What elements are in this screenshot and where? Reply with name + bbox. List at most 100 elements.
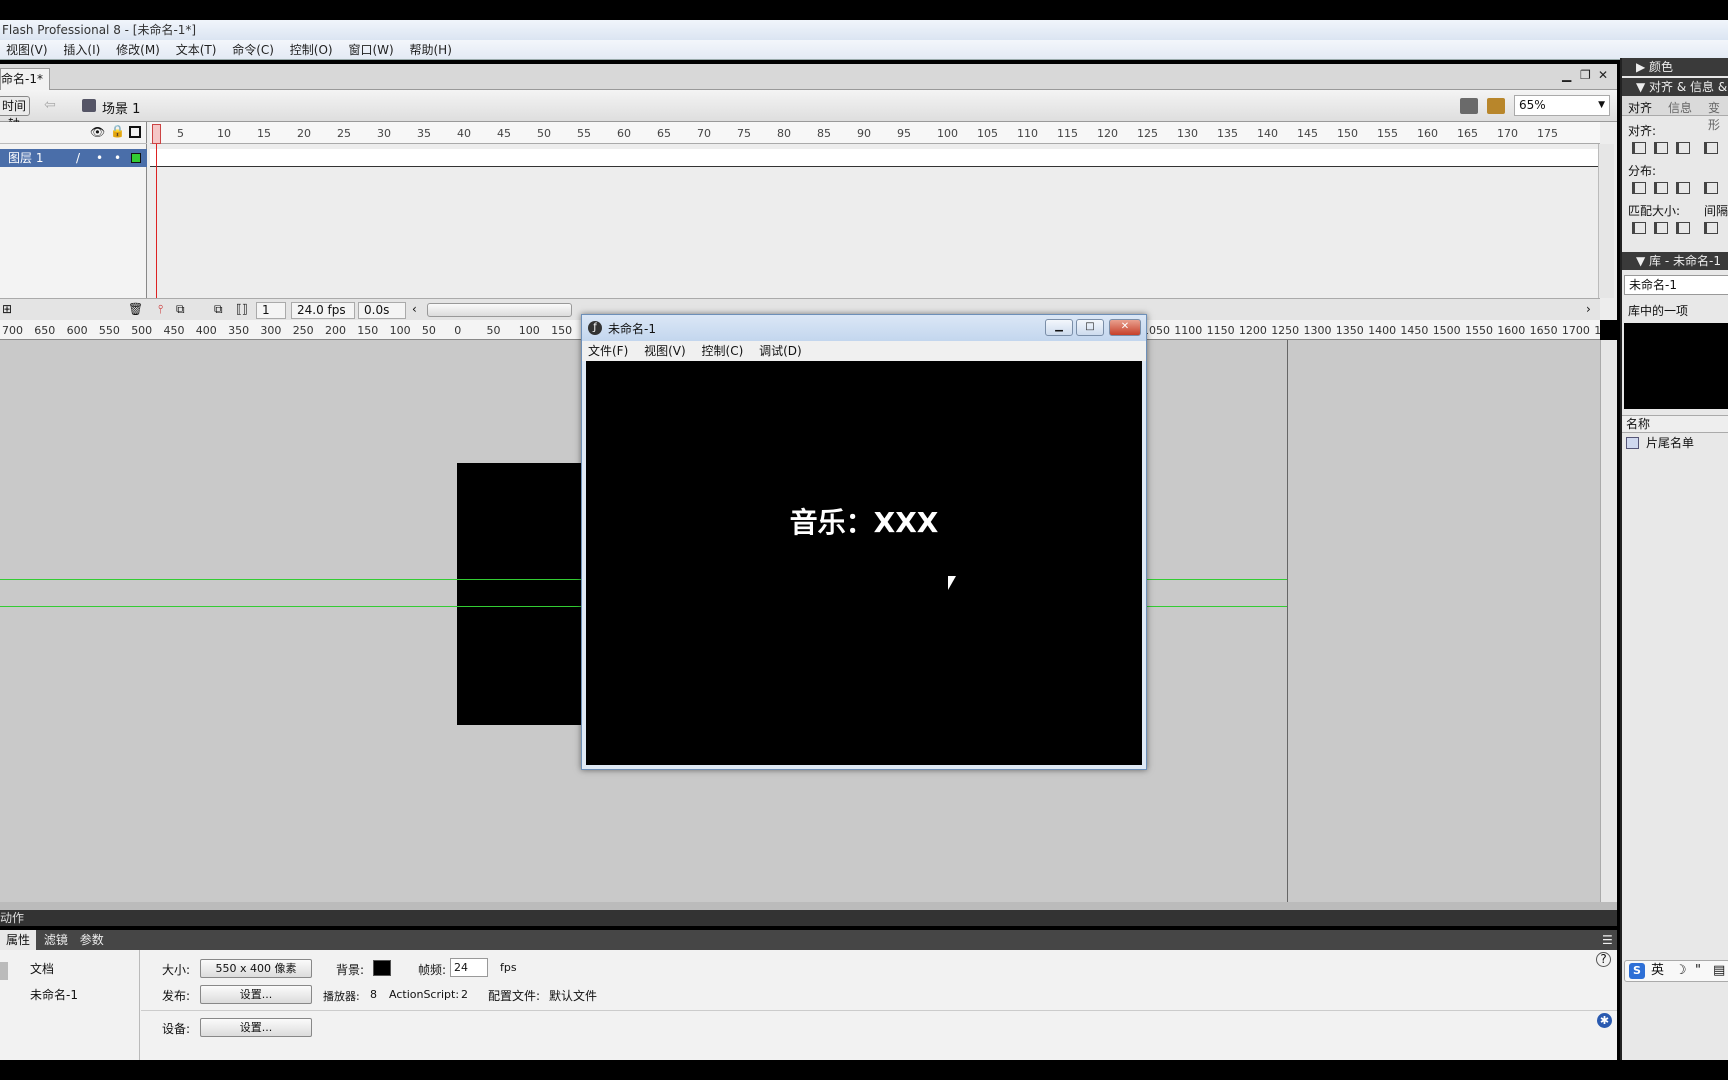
device-settings-button[interactable]: 设置... bbox=[200, 1018, 312, 1037]
stage-ruler-label: 600 bbox=[66, 324, 88, 337]
panel-options-icon[interactable]: ☰ bbox=[1598, 930, 1617, 950]
actions-label: 动作 bbox=[0, 911, 25, 925]
add-layer-icon[interactable]: ⊞ bbox=[2, 302, 12, 316]
player-minimize-button[interactable]: ▁ bbox=[1045, 319, 1073, 336]
library-select[interactable]: 未命名-1 bbox=[1624, 275, 1728, 295]
edit-symbols-icon[interactable] bbox=[1487, 98, 1505, 114]
layer-row[interactable]: 图层 1 / • • bbox=[0, 149, 147, 167]
match-both-icon[interactable] bbox=[1676, 222, 1690, 234]
distribute-left-icon[interactable] bbox=[1704, 182, 1718, 194]
player-menu-control[interactable]: 控制(C) bbox=[696, 341, 750, 361]
space-evenly-icon[interactable] bbox=[1704, 222, 1718, 234]
match-width-icon[interactable] bbox=[1632, 222, 1646, 234]
frame-tick-label: 95 bbox=[897, 127, 911, 140]
stage-scrollbar[interactable] bbox=[1600, 340, 1617, 902]
tab-align[interactable]: 对齐 bbox=[1628, 99, 1652, 116]
ime-language[interactable]: 英 bbox=[1651, 961, 1664, 981]
align-right-icon[interactable] bbox=[1676, 142, 1690, 154]
lock-dot-icon[interactable]: • bbox=[114, 149, 121, 167]
stage-ruler-label: 50 bbox=[421, 324, 436, 337]
playhead[interactable] bbox=[152, 124, 161, 144]
library-item[interactable]: 片尾名单 bbox=[1622, 434, 1728, 452]
device-label: 设备: bbox=[162, 1022, 191, 1036]
menu-commands[interactable]: 命令(C) bbox=[226, 40, 280, 60]
edit-multiple-frames-icon[interactable]: ⧉ bbox=[214, 302, 223, 317]
align-panel-header[interactable]: ▼ 对齐 & 信息 & bbox=[1622, 78, 1728, 96]
accessibility-icon[interactable]: ✱ bbox=[1597, 1013, 1612, 1028]
help-icon[interactable]: ? bbox=[1596, 952, 1611, 967]
size-button[interactable]: 550 x 400 像素 bbox=[200, 959, 312, 978]
menu-insert[interactable]: 插入(I) bbox=[57, 40, 106, 60]
tab-parameters[interactable]: 参数 bbox=[76, 930, 108, 950]
edit-scene-icon[interactable] bbox=[1460, 98, 1478, 114]
publish-settings-button[interactable]: 设置... bbox=[200, 985, 312, 1004]
player-titlebar[interactable]: ƒ 未命名-1 ▁ □ ✕ bbox=[582, 315, 1146, 341]
lock-icon[interactable]: 🔒 bbox=[110, 124, 125, 138]
align-left-icon[interactable] bbox=[1632, 142, 1646, 154]
align-center-icon[interactable] bbox=[1654, 142, 1668, 154]
restore-icon[interactable]: ❐ bbox=[1580, 68, 1591, 82]
tab-info[interactable]: 信息 bbox=[1668, 99, 1692, 116]
center-frame-icon[interactable]: ⫯ bbox=[158, 302, 163, 317]
right-panel-dock: ▶ 颜色 ▼ 对齐 & 信息 & 对齐 信息 变形 对齐: 分布: 匹配大小: … bbox=[1620, 58, 1728, 1060]
player-menu-debug[interactable]: 调试(D) bbox=[753, 341, 808, 361]
chevron-down-icon: ▼ bbox=[1598, 100, 1605, 110]
stage-splitter[interactable] bbox=[0, 902, 1617, 910]
zoom-select[interactable]: 65% ▼ bbox=[1514, 95, 1610, 116]
visible-dot-icon[interactable]: • bbox=[96, 149, 103, 167]
library-panel-header[interactable]: ▼ 库 - 未命名-1 bbox=[1622, 252, 1728, 270]
outline-color-icon[interactable] bbox=[131, 153, 141, 163]
onion-markers-icon[interactable]: ⟦⟧ bbox=[236, 302, 248, 316]
match-height-icon[interactable] bbox=[1654, 222, 1668, 234]
color-panel-header[interactable]: ▶ 颜色 bbox=[1622, 58, 1728, 76]
align-top-icon[interactable] bbox=[1704, 142, 1718, 154]
player-menu-file[interactable]: 文件(F) bbox=[582, 341, 634, 361]
doc-type: 文档 bbox=[30, 962, 55, 976]
stage-canvas[interactable] bbox=[457, 463, 582, 725]
menu-text[interactable]: 文本(T) bbox=[170, 40, 223, 60]
tab-properties[interactable]: 属性 bbox=[0, 930, 37, 950]
scroll-left-icon[interactable]: ‹ bbox=[412, 302, 417, 316]
menu-help[interactable]: 帮助(H) bbox=[404, 40, 458, 60]
document-tab[interactable]: 命名-1* bbox=[0, 68, 50, 90]
distribute-bottom-icon[interactable] bbox=[1676, 182, 1690, 194]
back-arrow-icon[interactable]: ⇦ bbox=[44, 97, 56, 113]
timeline-hscroll-thumb[interactable] bbox=[427, 303, 572, 317]
keyboard-icon[interactable]: ▤ bbox=[1713, 961, 1725, 981]
library-column-name[interactable]: 名称 bbox=[1622, 415, 1728, 433]
library-panel-title: 库 - 未命名-1 bbox=[1649, 254, 1721, 268]
delete-layer-icon[interactable]: 🗑 bbox=[128, 302, 143, 316]
menu-control[interactable]: 控制(O) bbox=[284, 40, 339, 60]
menu-view[interactable]: 视图(V) bbox=[0, 40, 54, 60]
tab-filters[interactable]: 滤镜 bbox=[40, 930, 72, 950]
frame-track[interactable] bbox=[150, 149, 1600, 167]
player-close-button[interactable]: ✕ bbox=[1109, 319, 1141, 336]
scroll-right-icon[interactable]: › bbox=[1586, 302, 1591, 316]
tab-transform[interactable]: 变形 bbox=[1708, 99, 1728, 133]
scene-label: 场景 1 bbox=[102, 102, 141, 117]
player-stage[interactable]: 音乐：XXX bbox=[586, 361, 1142, 765]
bg-color-swatch[interactable] bbox=[373, 960, 391, 976]
player-menu-view[interactable]: 视图(V) bbox=[638, 341, 692, 361]
fps-input[interactable]: 24 bbox=[450, 958, 488, 977]
timeline-toggle-button[interactable]: 时间轴 bbox=[0, 96, 30, 131]
distribute-top-icon[interactable] bbox=[1632, 182, 1646, 194]
size-label: 大小: bbox=[162, 963, 191, 977]
eye-icon[interactable]: 👁 bbox=[90, 125, 105, 139]
ime-toolbar[interactable]: S 英 ☽ " ▤ bbox=[1624, 960, 1728, 982]
close-icon[interactable]: ✕ bbox=[1598, 68, 1608, 82]
punctuation-icon[interactable]: " bbox=[1695, 961, 1701, 981]
distribute-center-icon[interactable] bbox=[1654, 182, 1668, 194]
menu-modify[interactable]: 修改(M) bbox=[110, 40, 166, 60]
menu-window[interactable]: 窗口(W) bbox=[342, 40, 399, 60]
frame-ruler[interactable]: 5 10 15 20 25 30 35 40 45 50 55 60 65 70 75 80 85 90 95 100… bbox=[150, 122, 1600, 144]
player-maximize-button[interactable]: □ bbox=[1076, 319, 1104, 336]
timeline-scrollbar[interactable] bbox=[1598, 144, 1614, 298]
minimize-icon[interactable]: ▁ bbox=[1562, 68, 1571, 82]
frame-rate[interactable]: 24.0 fps bbox=[291, 302, 355, 319]
outline-icon[interactable] bbox=[129, 126, 141, 138]
onion-skin-icon[interactable]: ⧉ bbox=[176, 302, 185, 317]
moon-icon[interactable]: ☽ bbox=[1675, 961, 1687, 981]
player-title: 未命名-1 bbox=[608, 322, 656, 336]
actions-panel-header[interactable]: 动作 bbox=[0, 910, 1617, 926]
